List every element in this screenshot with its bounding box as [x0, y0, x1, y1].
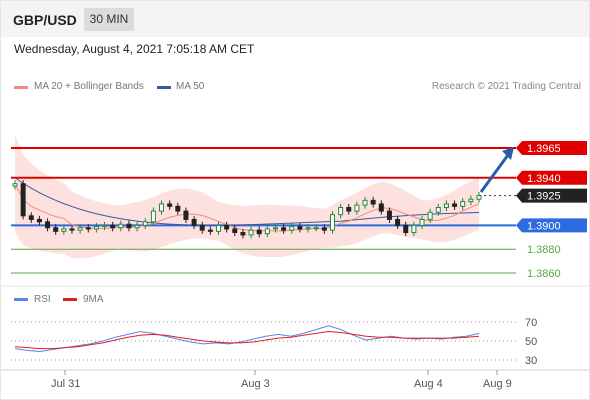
level-label-1.3860: 1.3860: [527, 268, 561, 280]
candle-body: [232, 228, 238, 234]
candle-body: [313, 227, 319, 230]
candle-body: [216, 224, 222, 232]
chart-widget: GBP/USD 30 MIN Wednesday, August 4, 2021…: [0, 0, 590, 400]
candle-body: [142, 221, 148, 226]
x-label-aug4: Aug 4: [414, 378, 443, 390]
candle-body: [321, 227, 327, 231]
candle-body: [403, 224, 409, 234]
candle-body: [20, 183, 26, 217]
level-label-1.3965: 1.3965: [527, 143, 561, 155]
candle-body: [378, 203, 384, 212]
x-label-aug3: Aug 3: [241, 378, 270, 390]
candle-body: [338, 207, 344, 216]
candle-body: [93, 226, 99, 230]
candle-body: [289, 226, 295, 231]
candle-body: [476, 195, 482, 200]
candle-body: [281, 227, 287, 231]
candle-body: [264, 228, 270, 235]
candle-body: [53, 227, 59, 232]
candle-body: [85, 227, 91, 230]
price-chart: 1.3965 1.3940 1.3925 1.3900 1.3880 1.3860 70 50…: [1, 134, 589, 375]
level-label-1.3940: 1.3940: [527, 173, 561, 185]
candle-body: [395, 218, 401, 226]
candle-body: [427, 211, 433, 220]
candle-body: [240, 232, 246, 236]
candle-body: [207, 229, 213, 232]
candle-body: [167, 203, 173, 207]
forecast-arrow-line: [479, 154, 510, 193]
candle-body: [297, 226, 303, 230]
candle-body: [61, 228, 67, 232]
x-label-aug9: Aug 9: [483, 378, 512, 390]
candle-body: [468, 198, 474, 203]
candle-body: [346, 207, 352, 212]
x-label-jul31: Jul 31: [51, 378, 81, 390]
candle-body: [419, 218, 425, 226]
candle-body: [443, 203, 449, 209]
candle-body: [36, 218, 42, 223]
rsi-level-label-30: 30: [525, 355, 537, 367]
candle-body: [305, 227, 311, 230]
candle-body: [69, 228, 75, 231]
level-label-1.3900: 1.3900: [527, 220, 561, 232]
candle-body: [150, 210, 156, 223]
candle-body: [452, 203, 458, 207]
level-label-1.3925: 1.3925: [527, 191, 561, 203]
candle-body: [329, 214, 335, 231]
candle-body: [191, 218, 197, 226]
candle-body: [77, 227, 83, 231]
candle-body: [126, 223, 132, 229]
bollinger-band: [15, 134, 479, 259]
candle-body: [460, 201, 466, 207]
candle-body: [362, 199, 368, 206]
candle-body: [102, 224, 108, 228]
candle-body: [45, 221, 51, 229]
rsi-level-label-70: 70: [525, 317, 537, 329]
level-label-1.3880: 1.3880: [527, 244, 561, 256]
candle-body: [28, 215, 34, 220]
candle-body: [248, 229, 254, 236]
candle-body: [134, 224, 140, 229]
candle-body: [435, 207, 441, 213]
candle-body: [12, 183, 18, 187]
candle-body: [159, 203, 165, 212]
candle-body: [224, 224, 230, 230]
candle-body: [354, 204, 360, 212]
candle-body: [370, 199, 376, 205]
candle-body: [272, 227, 278, 230]
rsi-level-label-50: 50: [525, 336, 537, 348]
candle-body: [199, 224, 205, 231]
candle-body: [118, 223, 124, 229]
candle-body: [183, 210, 189, 220]
candle-body: [386, 210, 392, 220]
candle-body: [256, 229, 262, 235]
candle-body: [175, 205, 181, 212]
candle-body: [411, 224, 417, 234]
candle-body: [110, 224, 116, 229]
